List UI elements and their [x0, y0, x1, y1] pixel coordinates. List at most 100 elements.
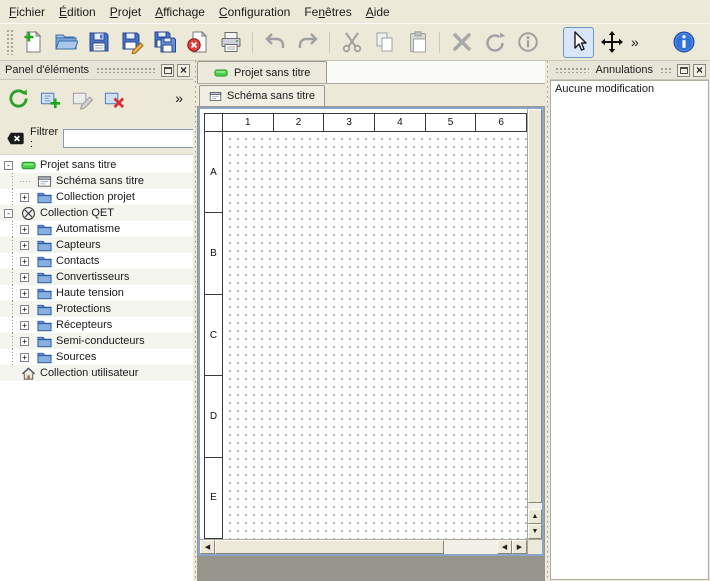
- panel-overflow-button[interactable]: »: [172, 91, 186, 105]
- open-project-button[interactable]: [50, 27, 81, 58]
- float-undo-panel-button[interactable]: [677, 64, 690, 77]
- vertical-scrollbar[interactable]: ▲ ▼: [527, 109, 542, 539]
- column-label: 2: [274, 114, 325, 131]
- copy-button[interactable]: [369, 27, 400, 58]
- delete-element-button[interactable]: [99, 83, 129, 113]
- row-label: A: [205, 132, 222, 213]
- scroll-left-button-2[interactable]: ◀: [497, 540, 512, 554]
- paste-button[interactable]: [402, 27, 433, 58]
- row-label: B: [205, 213, 222, 294]
- tree-expander[interactable]: -: [4, 161, 13, 170]
- menu-affichage[interactable]: Affichage: [148, 2, 212, 22]
- tree-item-haute-tension[interactable]: +Haute tension: [0, 285, 193, 301]
- save-as-button[interactable]: [116, 27, 147, 58]
- tree-expander[interactable]: +: [20, 289, 29, 298]
- close-undo-panel-button[interactable]: ×: [693, 64, 706, 77]
- redo-button[interactable]: [292, 27, 323, 58]
- edit-element-button[interactable]: [67, 83, 97, 113]
- scroll-right-button[interactable]: ▶: [512, 540, 527, 554]
- schema-canvas[interactable]: [223, 132, 527, 539]
- toolbar-overflow-button[interactable]: »: [628, 35, 642, 49]
- row-label: D: [205, 376, 222, 457]
- menu-fichier[interactable]: Fichier: [2, 2, 52, 22]
- clear-filter-button[interactable]: [5, 128, 25, 148]
- hscroll-thumb[interactable]: [215, 540, 444, 554]
- scroll-down-button[interactable]: ▼: [528, 524, 542, 539]
- elements-panel-titlebar[interactable]: Panel d'éléments ×: [0, 61, 193, 80]
- tree-expander-slot: +: [20, 317, 35, 333]
- tree-item-sources[interactable]: +Sources: [0, 349, 193, 365]
- undo-list-item[interactable]: Aucune modification: [551, 81, 708, 97]
- tree-item-label: Protections: [56, 303, 111, 315]
- save-button[interactable]: [83, 27, 114, 58]
- dock-drag-handle[interactable]: [96, 67, 156, 73]
- tree-item-projet-sans-titre[interactable]: -Projet sans titre: [0, 157, 193, 173]
- delete-button[interactable]: [446, 27, 477, 58]
- undo-dock-drag-handle-2[interactable]: [660, 67, 672, 73]
- tree-expander[interactable]: +: [20, 337, 29, 346]
- close-project-button[interactable]: [182, 27, 213, 58]
- tree-item-convertisseurs[interactable]: +Convertisseurs: [0, 269, 193, 285]
- menu-projet[interactable]: Projet: [103, 2, 148, 22]
- tree-item-contacts[interactable]: +Contacts: [0, 253, 193, 269]
- tree-expander[interactable]: +: [20, 241, 29, 250]
- scroll-up-button[interactable]: ▲: [528, 509, 542, 524]
- float-elements-panel-button[interactable]: [161, 64, 174, 77]
- new-element-button[interactable]: [35, 83, 65, 113]
- tree-expander[interactable]: +: [20, 305, 29, 314]
- tree-expander-slot: +: [20, 333, 35, 349]
- tree-expander[interactable]: +: [20, 225, 29, 234]
- tab-schema-sans-titre[interactable]: Schéma sans titre: [199, 85, 325, 106]
- menu-configuration[interactable]: Configuration: [212, 2, 297, 22]
- tree-expander[interactable]: +: [20, 273, 29, 282]
- tree-item-schema-sans-titre[interactable]: Schéma sans titre: [0, 173, 193, 189]
- hscroll-track[interactable]: [444, 540, 497, 554]
- tree-item-protections[interactable]: + Protections: [0, 301, 193, 317]
- undo-arrow-icon: [263, 30, 287, 54]
- elements-tree: -Projet sans titreSchéma sans titre+Coll…: [0, 154, 193, 581]
- tree-item-collection-projet[interactable]: +Collection projet: [0, 189, 193, 205]
- tree-expander[interactable]: +: [20, 353, 29, 362]
- cut-button[interactable]: [336, 27, 367, 58]
- tree-guide-line: [12, 269, 13, 285]
- undo-dock-drag-handle[interactable]: [555, 67, 589, 73]
- scroll-left-button[interactable]: ◀: [200, 540, 215, 554]
- filter-input[interactable]: [63, 129, 213, 148]
- toolbar-grip[interactable]: [6, 29, 13, 55]
- element-info-button[interactable]: [512, 27, 543, 58]
- horizontal-scrollbar[interactable]: ◀ ◀ ▶: [200, 539, 527, 554]
- menu-aide[interactable]: Aide: [359, 2, 397, 22]
- tree-expander[interactable]: -: [4, 209, 13, 218]
- tree-item-automatisme[interactable]: +Automatisme: [0, 221, 193, 237]
- pan-mode-button[interactable]: [596, 27, 627, 58]
- element-new-icon: [39, 87, 62, 110]
- tree-item-label: Capteurs: [56, 239, 101, 251]
- about-qet-button[interactable]: [668, 27, 699, 58]
- menu-edition[interactable]: Édition: [52, 2, 103, 22]
- tree-item-recepteurs[interactable]: + Récepteurs: [0, 317, 193, 333]
- tree-expander[interactable]: +: [20, 193, 29, 202]
- undo-button[interactable]: [259, 27, 290, 58]
- vscroll-thumb[interactable]: [528, 109, 542, 503]
- tree-expander[interactable]: +: [20, 321, 29, 330]
- tree-expander[interactable]: +: [20, 257, 29, 266]
- tree-item-collection-utilisateur[interactable]: Collection utilisateur: [0, 365, 193, 381]
- clear-filter-icon: [6, 129, 25, 148]
- column-label: 3: [324, 114, 375, 131]
- tree-item-collection-qet[interactable]: -Collection QET: [0, 205, 193, 221]
- new-project-button[interactable]: [17, 27, 48, 58]
- menu-fenetres[interactable]: Fenêtres: [297, 2, 358, 22]
- tree-item-capteurs[interactable]: + Capteurs: [0, 237, 193, 253]
- tree-guide: [4, 237, 20, 253]
- select-mode-button[interactable]: [563, 27, 594, 58]
- rotate-button[interactable]: [479, 27, 510, 58]
- tree-expander-slot: +: [20, 189, 35, 205]
- print-button[interactable]: [215, 27, 246, 58]
- reload-collections-button[interactable]: [3, 83, 33, 113]
- undo-panel-titlebar[interactable]: Annulations ×: [550, 61, 709, 80]
- save-all-button[interactable]: [149, 27, 180, 58]
- close-elements-panel-button[interactable]: ×: [177, 64, 190, 77]
- tree-item-label: Récepteurs: [56, 319, 112, 331]
- tree-item-semi-conducteurs[interactable]: +Semi-conducteurs: [0, 333, 193, 349]
- tab-projet-sans-titre[interactable]: Projet sans titre: [197, 61, 327, 83]
